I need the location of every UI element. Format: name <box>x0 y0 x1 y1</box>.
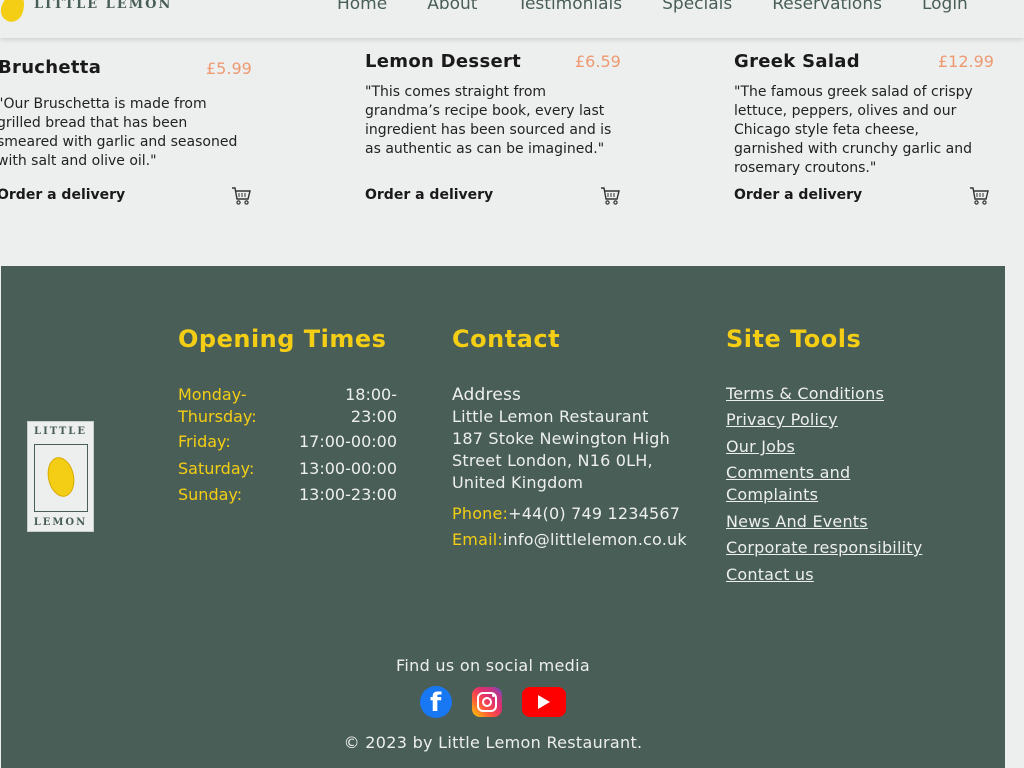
youtube-icon[interactable] <box>522 687 566 717</box>
order-delivery-link[interactable]: Order a delivery <box>365 187 493 203</box>
footer-logo[interactable]: LITTLE LEMON <box>27 421 94 532</box>
footer-logo-bottom-text: LEMON <box>33 517 88 528</box>
main-nav: Home About Testimonials Specials Reserva… <box>337 0 968 14</box>
lemon-logo-icon <box>0 0 29 25</box>
facebook-icon[interactable]: f <box>420 686 452 718</box>
site-logo[interactable]: LITTLE LEMON <box>0 0 173 25</box>
nav-specials[interactable]: Specials <box>662 0 732 14</box>
link-corporate[interactable]: Corporate responsibility <box>726 537 922 559</box>
card-description: "Our Bruschetta is made from grilled bre… <box>0 96 238 169</box>
lemon-logo-icon <box>44 454 78 500</box>
opening-day: Saturday: <box>178 459 255 478</box>
address-line: 187 Stoke Newington High <box>452 429 670 448</box>
link-contact-us[interactable]: Contact us <box>726 564 814 586</box>
opening-time: 18:00- 23:00 <box>345 385 397 426</box>
contact-title: Contact <box>452 325 561 353</box>
phone-row: Phone:+44(0) 749 1234567 <box>452 503 680 525</box>
cart-icon[interactable] <box>969 187 989 205</box>
link-terms[interactable]: Terms & Conditions <box>726 383 884 405</box>
nav-home[interactable]: Home <box>337 0 387 14</box>
card-title: Bruchetta <box>0 57 102 78</box>
footer-logo-frame <box>34 444 88 512</box>
link-privacy[interactable]: Privacy Policy <box>726 409 838 431</box>
link-jobs[interactable]: Our Jobs <box>726 436 795 458</box>
opening-time: 17:00-00:00 <box>299 432 397 451</box>
instagram-icon[interactable] <box>472 687 502 717</box>
opening-time: 13:00-23:00 <box>299 485 397 504</box>
site-tools-title: Site Tools <box>726 325 862 353</box>
card-price: £6.59 <box>575 52 621 71</box>
nav-testimonials[interactable]: Testimonials <box>517 0 622 14</box>
link-news[interactable]: News And Events <box>726 511 868 533</box>
email-row: Email:info@littlelemon.co.uk <box>452 529 687 551</box>
social-title: Find us on social media <box>396 656 590 675</box>
logo-text: LITTLE LEMON <box>34 0 173 12</box>
opening-day: Sunday: <box>178 485 243 504</box>
link-complaints[interactable]: Comments and Complaints <box>726 462 876 506</box>
card-description: "The famous greek salad of crispy lettuc… <box>734 84 973 176</box>
address-line: United Kingdom <box>452 473 584 492</box>
cart-icon[interactable] <box>600 187 620 205</box>
card-price: £12.99 <box>938 52 994 71</box>
site-header: LITTLE LEMON Home About Testimonials Spe… <box>0 0 1024 38</box>
opening-times-title: Opening Times <box>178 325 387 353</box>
cart-icon[interactable] <box>231 187 251 205</box>
phone-label: Phone: <box>452 504 509 523</box>
card-title: Lemon Dessert <box>365 51 522 72</box>
email-label: Email: <box>452 530 503 549</box>
opening-day: Friday: <box>178 432 231 451</box>
copyright: © 2023 by Little Lemon Restaurant. <box>343 733 643 752</box>
site-footer: LITTLE LEMON Opening Times Monday- Thurs… <box>1 266 1005 768</box>
card-description: "This comes straight from grandma’s reci… <box>365 84 612 157</box>
nav-about[interactable]: About <box>427 0 477 14</box>
address-label: Address <box>452 385 522 405</box>
nav-reservations[interactable]: Reservations <box>772 0 882 14</box>
address-line: Street London, N16 0LH, <box>452 451 653 470</box>
nav-login[interactable]: Login <box>922 0 968 14</box>
email-address[interactable]: info@littlelemon.co.uk <box>503 530 687 549</box>
card-title: Greek Salad <box>734 51 860 72</box>
phone-number[interactable]: +44(0) 749 1234567 <box>508 504 680 523</box>
card-price: £5.99 <box>206 59 252 78</box>
social-icons: f <box>420 686 566 718</box>
footer-logo-top-text: LITTLE <box>34 426 87 437</box>
address-line: Little Lemon Restaurant <box>452 407 649 426</box>
opening-time: 13:00-00:00 <box>299 459 397 478</box>
order-delivery-link[interactable]: Order a delivery <box>734 187 862 203</box>
opening-day: Monday- Thursday: <box>178 385 257 426</box>
order-delivery-link[interactable]: Order a delivery <box>0 187 125 203</box>
